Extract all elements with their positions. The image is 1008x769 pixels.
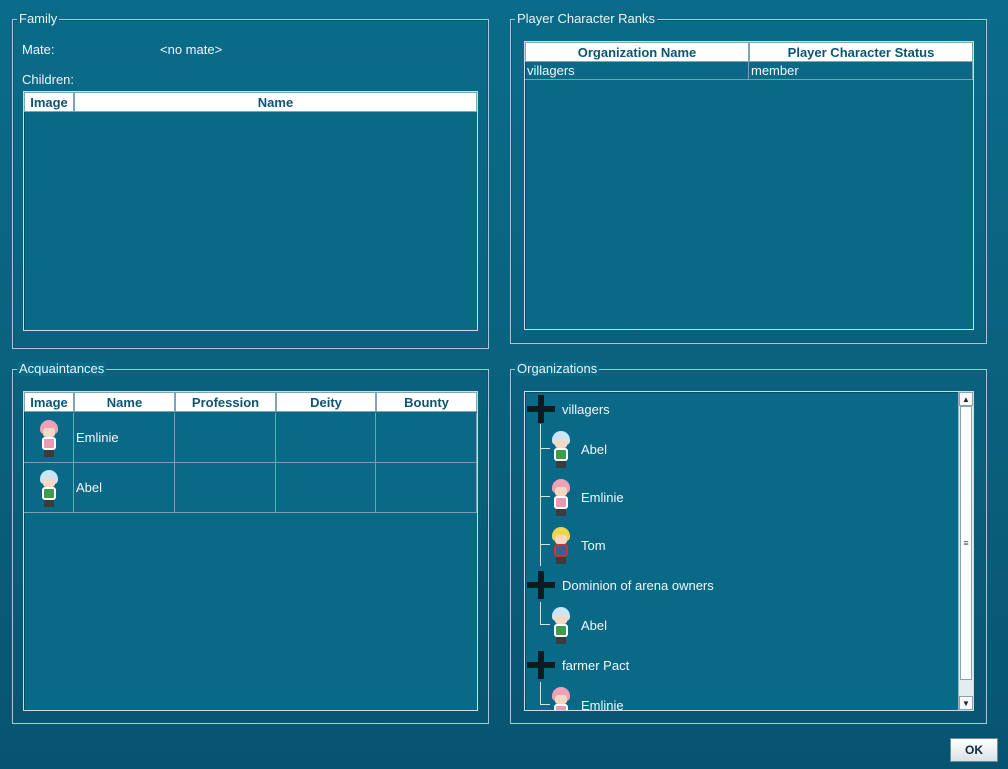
column-header-player-character-status[interactable]: Player Character Status: [749, 42, 973, 62]
tree-node-label: Emlinie: [581, 489, 624, 505]
tree-node-member[interactable]: Abel: [549, 428, 607, 470]
ok-button[interactable]: OK: [950, 738, 998, 762]
ranks-title: Player Character Ranks: [515, 11, 657, 26]
image-cell: [24, 463, 74, 513]
acquaintances-table-header: Image Name Profession Deity Bounty: [24, 392, 477, 412]
tree-node-label: villagers: [562, 401, 610, 417]
tree-node-label: Emlinie: [581, 697, 624, 711]
column-header-bounty[interactable]: Bounty: [376, 392, 477, 412]
column-header-deity[interactable]: Deity: [276, 392, 376, 412]
tree-node-label: Abel: [581, 617, 608, 633]
column-header-name[interactable]: Name: [74, 392, 175, 412]
tree-node-member[interactable]: Emlinie: [549, 476, 624, 518]
tree-node-dominion-of-arena-owners[interactable]: Dominion of arena owners: [527, 571, 714, 599]
table-row[interactable]: Emlinie: [24, 413, 477, 463]
tree-node-label: farmer Pact: [562, 657, 630, 673]
tree-node-farmer-pact[interactable]: farmer Pact: [527, 651, 629, 679]
acquaintances-panel: Acquaintances Image Name Profession Deit…: [12, 362, 489, 724]
pink-haired-girl-sprite: [37, 418, 61, 458]
column-header-organization-name[interactable]: Organization Name: [525, 42, 749, 62]
ranks-table-header: Organization Name Player Character Statu…: [525, 42, 973, 62]
family-title: Family: [17, 11, 60, 26]
tree-node-label: Abel: [581, 441, 608, 457]
column-header-image[interactable]: Image: [24, 92, 74, 112]
ranks-table[interactable]: Organization Name Player Character Statu…: [524, 41, 974, 330]
scroll-thumb[interactable]: ≡: [960, 406, 972, 680]
pink-haired-girl-sprite: [549, 685, 573, 710]
children-table[interactable]: Image Name: [23, 91, 478, 331]
tree-node-member[interactable]: Emlinie: [549, 684, 624, 711]
table-row[interactable]: villagers member: [525, 62, 973, 80]
blue-haired-boy-sprite: [549, 605, 573, 645]
org-name-cell: villagers: [525, 62, 749, 80]
column-header-profession[interactable]: Profession: [175, 392, 276, 412]
mate-label: Mate:: [22, 42, 55, 57]
blond-boy-sprite: [549, 525, 573, 565]
pink-haired-girl-sprite: [549, 477, 573, 517]
name-cell: Emlinie: [74, 413, 175, 463]
blue-haired-boy-sprite: [549, 429, 573, 469]
iron-cross-icon: [527, 395, 555, 423]
bounty-cell: [376, 463, 477, 513]
image-cell: [24, 413, 74, 463]
children-table-header: Image Name: [24, 92, 477, 112]
profession-cell: [175, 463, 276, 513]
tree-node-villagers[interactable]: villagers: [527, 395, 610, 423]
deity-cell: [276, 413, 376, 463]
organizations-panel: Organizations villagers Abel Emlinie Tom…: [510, 362, 987, 724]
tree-node-member[interactable]: Abel: [549, 604, 607, 646]
column-header-name[interactable]: Name: [74, 92, 477, 112]
tree-node-label: Dominion of arena owners: [562, 577, 714, 593]
profession-cell: [175, 413, 276, 463]
acquaintances-title: Acquaintances: [17, 361, 107, 376]
column-header-image[interactable]: Image: [24, 392, 74, 412]
scroll-up-button[interactable]: ▲: [959, 392, 973, 406]
deity-cell: [276, 463, 376, 513]
organizations-tree[interactable]: villagers Abel Emlinie Tom Dominion of a…: [524, 391, 974, 711]
mate-value: <no mate>: [160, 42, 223, 57]
scroll-down-button[interactable]: ▼: [959, 696, 973, 710]
tree-line: [540, 602, 541, 624]
status-cell: member: [749, 62, 973, 80]
name-cell: Abel: [74, 463, 175, 513]
vertical-scrollbar[interactable]: ▲ ≡ ▼: [958, 392, 973, 710]
organizations-title: Organizations: [515, 361, 600, 376]
children-label: Children:: [22, 72, 75, 87]
tree-node-label: Tom: [581, 537, 606, 553]
iron-cross-icon: [527, 571, 555, 599]
ranks-panel: Player Character Ranks Organization Name…: [510, 12, 987, 344]
iron-cross-icon: [527, 651, 555, 679]
blue-haired-boy-sprite: [37, 468, 61, 508]
table-row[interactable]: Abel: [24, 463, 477, 513]
acquaintances-table[interactable]: Image Name Profession Deity Bounty Emlin…: [23, 391, 478, 711]
tree-node-member[interactable]: Tom: [549, 524, 606, 566]
bounty-cell: [376, 413, 477, 463]
family-panel: Family Mate: <no mate> Children: Image N…: [12, 12, 489, 349]
tree-line: [540, 682, 541, 704]
